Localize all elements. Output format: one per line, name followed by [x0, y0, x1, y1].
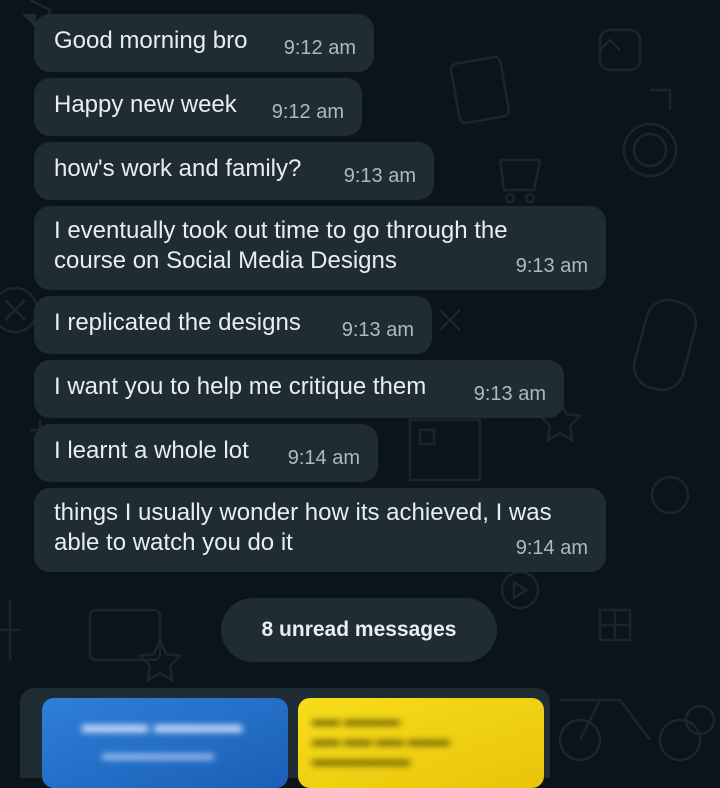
media-message-bubble[interactable]: ▬▬▬ ▬▬▬▬ ▬▬▬▬▬▬▬▬ ▬▬ ▬▬▬▬ ▬▬ ▬▬ ▬▬ ▬▬▬ ▬…	[20, 688, 550, 788]
message-bubble[interactable]: I learnt a whole lot 9:14 am	[34, 424, 378, 482]
message-bubble[interactable]: I replicated the designs 9:13 am	[34, 296, 432, 354]
message-text: Happy new week	[54, 91, 237, 118]
unread-messages-label: 8 unread messages	[261, 618, 457, 641]
message-timestamp: 9:12 am	[283, 37, 356, 59]
message-text: things I usually wonder how its achieved…	[54, 499, 552, 556]
message-timestamp: 9:13 am	[341, 319, 414, 341]
message-text: I eventually took out time to go through…	[54, 217, 508, 274]
message-bubble[interactable]: I eventually took out time to go through…	[34, 206, 606, 290]
message-timestamp: 9:14 am	[515, 537, 588, 559]
unread-messages-banner: 8 unread messages	[221, 598, 497, 662]
message-timestamp: 9:13 am	[343, 165, 416, 187]
message-text: I learnt a whole lot	[54, 437, 249, 464]
blurred-thumbnail-text: ▬▬▬▬▬▬▬	[312, 752, 410, 768]
blurred-image-thumbnail[interactable]: ▬▬▬ ▬▬▬▬ ▬▬▬▬▬▬▬▬	[42, 698, 288, 788]
message-bubble[interactable]: Happy new week 9:12 am	[34, 78, 362, 136]
message-bubble[interactable]: I want you to help me critique them 9:13…	[34, 360, 564, 418]
blurred-thumbnail-text: ▬▬ ▬▬ ▬▬ ▬▬▬	[312, 732, 450, 748]
message-timestamp: 9:13 am	[515, 255, 588, 277]
message-timestamp: 9:13 am	[473, 383, 546, 405]
bubble-tail	[22, 14, 36, 28]
blurred-thumbnail-text: ▬▬▬▬▬▬▬▬	[102, 746, 214, 762]
blurred-thumbnail-text: ▬▬▬ ▬▬▬▬	[82, 712, 243, 737]
message-timestamp: 9:14 am	[287, 447, 360, 469]
message-timestamp: 9:12 am	[271, 101, 344, 123]
message-bubble[interactable]: how's work and family? 9:13 am	[34, 142, 434, 200]
message-bubble[interactable]: Good morning bro 9:12 am	[22, 14, 374, 72]
message-text: I want you to help me critique them	[54, 373, 427, 400]
message-text: Good morning bro	[54, 27, 248, 54]
message-bubble[interactable]: things I usually wonder how its achieved…	[34, 488, 606, 572]
blurred-image-thumbnail[interactable]: ▬▬ ▬▬▬▬ ▬▬ ▬▬ ▬▬ ▬▬▬ ▬▬▬▬▬▬▬	[298, 698, 544, 788]
message-text: how's work and family?	[54, 155, 302, 182]
message-text: I replicated the designs	[54, 309, 301, 336]
blurred-thumbnail-text: ▬▬ ▬▬▬▬	[312, 712, 400, 728]
